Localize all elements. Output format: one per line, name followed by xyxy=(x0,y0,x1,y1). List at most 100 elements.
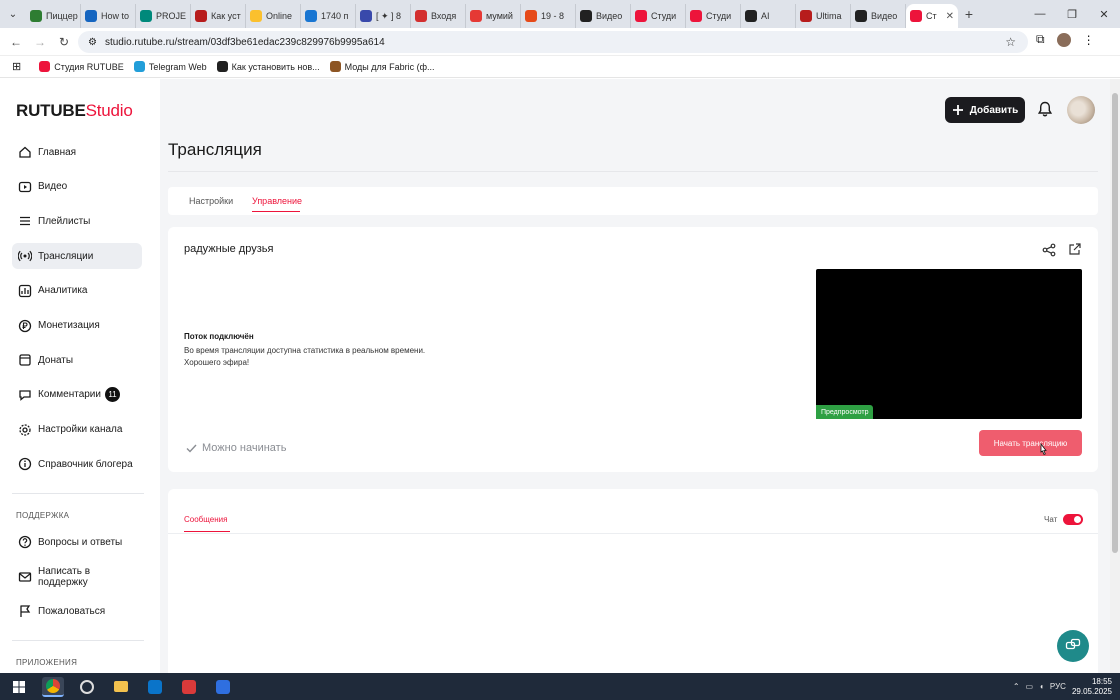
roblox-icon[interactable] xyxy=(212,677,234,697)
extensions-icon[interactable]: ⧉ xyxy=(1036,32,1045,47)
start-stream-button[interactable]: Начать трансляцию xyxy=(979,430,1082,456)
tab-search-icon[interactable]: ⌄ xyxy=(0,0,26,28)
stream-preview[interactable]: Предпросмотр xyxy=(816,269,1082,419)
language-indicator[interactable]: РУС xyxy=(1050,682,1066,691)
apps-grid-icon[interactable]: ⊞ xyxy=(12,60,21,73)
network-icon[interactable]: ▭ xyxy=(1026,682,1034,691)
chrome-icon[interactable] xyxy=(42,676,64,697)
sidebar-item-label: Главная xyxy=(38,146,77,158)
tab-favicon-icon xyxy=(580,10,592,22)
sidebar-item-comment[interactable]: Комментарии 11 xyxy=(12,382,142,408)
page-scrollbar[interactable] xyxy=(1110,79,1120,673)
chat-toggle[interactable] xyxy=(1063,514,1083,525)
gear-icon xyxy=(18,423,32,437)
help-chat-button[interactable] xyxy=(1057,630,1089,662)
profile-avatar[interactable] xyxy=(1056,32,1071,47)
close-window-icon[interactable]: ✕ xyxy=(1088,8,1120,21)
scrollbar-thumb[interactable] xyxy=(1112,93,1118,553)
rutube-studio-logo[interactable]: RUTUBEStudio xyxy=(16,101,133,121)
bookmark-item[interactable]: Как установить нов... xyxy=(216,61,320,72)
browser-tab[interactable]: Студи xyxy=(686,4,741,28)
sidebar-divider xyxy=(12,640,144,641)
browser-menu-icon[interactable]: ⋮ xyxy=(1083,33,1095,47)
close-tab-icon[interactable]: ✕ xyxy=(946,11,954,22)
browser-tab-label: 19 - 8 xyxy=(541,11,565,21)
tab-favicon-icon xyxy=(745,10,757,22)
browser-tab[interactable]: [ ✦ ] 8 xyxy=(356,4,411,28)
obs-icon[interactable] xyxy=(76,677,98,697)
tab-favicon-icon xyxy=(360,10,372,22)
sidebar-item-flag[interactable]: Пожаловаться xyxy=(12,598,142,624)
sidebar-item-label: Монетизация xyxy=(38,320,100,331)
browser-tab[interactable]: мумий xyxy=(466,4,521,28)
browser-tab[interactable]: How to xyxy=(81,4,136,28)
sidebar-item-analytics[interactable]: Аналитика xyxy=(12,278,142,304)
new-tab-button[interactable]: + xyxy=(958,6,980,22)
browser-tab[interactable]: Online xyxy=(246,4,301,28)
chat-divider xyxy=(168,533,1098,534)
browser-tab-active[interactable]: Ст ✕ xyxy=(906,4,958,28)
back-icon[interactable]: ← xyxy=(4,35,28,49)
stream-status-title: Поток подключён xyxy=(184,332,254,341)
sidebar-item-gear[interactable]: Настройки канала xyxy=(12,417,142,443)
sidebar-item-video[interactable]: Видео xyxy=(12,174,142,200)
sidebar-item-donate[interactable]: Донаты xyxy=(12,347,142,373)
browser-tab[interactable]: Студи xyxy=(631,4,686,28)
browser-tab[interactable]: Видео xyxy=(576,4,631,28)
windows-start-icon[interactable] xyxy=(8,677,30,697)
browser-tab[interactable]: Как уст xyxy=(191,4,246,28)
browser-toolbar: ← → ↻ ⚙ studio.rutube.ru/stream/03df3be6… xyxy=(0,28,1120,56)
tab-settings[interactable]: Настройки xyxy=(189,196,233,206)
minimize-icon[interactable]: — xyxy=(1024,8,1056,21)
sidebar-item-playlist[interactable]: Плейлисты xyxy=(12,208,142,234)
tab-management[interactable]: Управление xyxy=(252,196,302,206)
browser-tab[interactable]: Пиццер xyxy=(26,4,81,28)
browser-tab[interactable]: 19 - 8 xyxy=(521,4,576,28)
browser-tab[interactable]: PROJE xyxy=(136,4,191,28)
ready-status: Можно начинать xyxy=(186,442,286,454)
check-icon xyxy=(186,444,197,453)
browser-tab-label: 1740 п xyxy=(321,11,349,21)
sidebar-item-ruble[interactable]: Монетизация xyxy=(12,313,142,339)
browser-tab-label: Ст xyxy=(926,11,937,21)
open-external-icon[interactable] xyxy=(1068,243,1081,256)
browser-tab[interactable]: Ultima xyxy=(796,4,851,28)
sidebar-item-mail[interactable]: Написать в поддержку xyxy=(12,564,142,590)
sidebar-item-info[interactable]: Справочник блогера xyxy=(12,451,142,477)
tab-favicon-icon xyxy=(800,10,812,22)
volume-icon[interactable]: ◖ xyxy=(1039,682,1044,691)
browser-tab[interactable]: Видео xyxy=(851,4,906,28)
bookmark-star-icon[interactable]: ☆ xyxy=(1005,35,1016,49)
bookmark-item[interactable]: Моды для Fabric (ф... xyxy=(329,61,435,72)
bookmark-label: Telegram Web xyxy=(148,61,207,72)
browser-tab[interactable]: AI xyxy=(741,4,796,28)
browser-tab-label: Видео xyxy=(596,11,623,21)
add-button[interactable]: Добавить xyxy=(945,97,1025,123)
browser-tab[interactable]: 1740 п xyxy=(301,4,356,28)
user-avatar[interactable] xyxy=(1067,96,1095,124)
site-info-icon[interactable]: ⚙ xyxy=(88,37,97,48)
share-icon[interactable] xyxy=(1042,243,1056,257)
tray-expand-icon[interactable]: ⌃ xyxy=(1013,682,1020,691)
restore-icon[interactable]: ❐ xyxy=(1056,8,1088,21)
file-explorer-icon[interactable] xyxy=(110,677,132,697)
sidebar-item-home[interactable]: Главная xyxy=(12,139,142,165)
browser-tab-label: AI xyxy=(761,11,770,21)
address-bar[interactable]: ⚙ studio.rutube.ru/stream/03df3be61edac2… xyxy=(78,31,1028,53)
browser-tab-label: How to xyxy=(101,11,130,21)
forward-icon[interactable]: → xyxy=(28,35,52,49)
tab-messages[interactable]: Сообщения xyxy=(184,515,227,524)
game-app-icon[interactable] xyxy=(178,677,200,697)
sidebar-item-broadcast[interactable]: Трансляции xyxy=(12,243,142,270)
browser-tab-label: [ ✦ ] 8 xyxy=(376,10,402,21)
app-icon[interactable] xyxy=(144,677,166,697)
broadcast-icon xyxy=(18,249,32,263)
sidebar-item-question[interactable]: Вопросы и ответы xyxy=(12,529,142,555)
bookmark-item[interactable]: Студия RUTUBE xyxy=(39,61,124,72)
browser-tab-label: Как уст xyxy=(211,11,241,21)
clock[interactable]: 18:55 29.05.2025 xyxy=(1072,677,1112,697)
browser-tab[interactable]: Входя xyxy=(411,4,466,28)
bookmark-item[interactable]: Telegram Web xyxy=(133,61,207,72)
bell-icon[interactable] xyxy=(1038,101,1052,117)
reload-icon[interactable]: ↻ xyxy=(52,35,76,49)
